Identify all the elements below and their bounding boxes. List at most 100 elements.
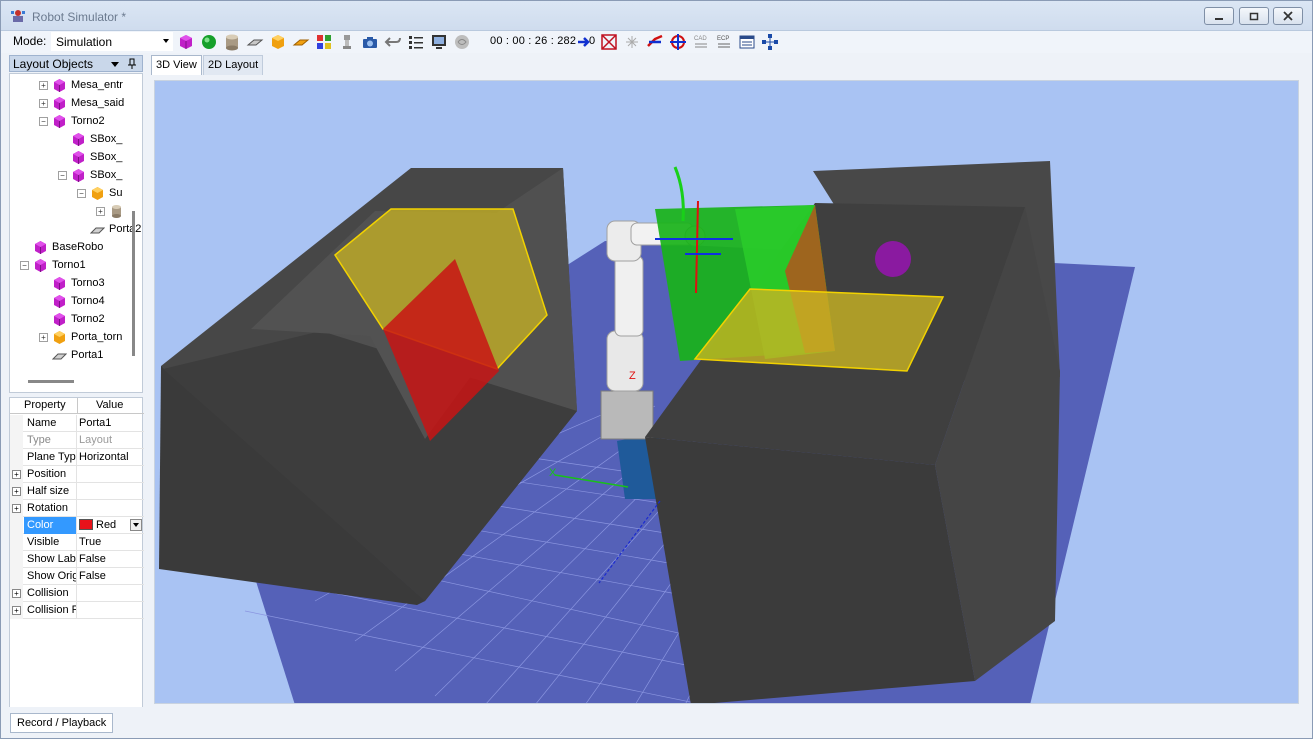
tree-item-label: Porta_torn xyxy=(71,331,123,343)
tool-icon[interactable] xyxy=(338,33,356,51)
3d-scene[interactable]: X Z xyxy=(155,81,1299,704)
tab-3d-view[interactable]: 3D View xyxy=(151,55,202,75)
move-icon[interactable] xyxy=(669,33,687,51)
property-row[interactable]: Visible True xyxy=(10,534,144,551)
bottom-strip xyxy=(1,707,1312,737)
list-icon[interactable] xyxy=(407,33,425,51)
add-box-icon[interactable] xyxy=(177,33,195,51)
expand-icon[interactable]: + xyxy=(39,98,48,108)
add-surface-icon[interactable] xyxy=(292,33,310,51)
expand-icon[interactable]: + xyxy=(39,332,48,342)
close-button[interactable] xyxy=(1273,7,1303,25)
property-name: Show Labels xyxy=(24,551,77,568)
property-value[interactable]: False xyxy=(78,551,144,568)
property-row[interactable]: + Collision xyxy=(10,585,144,602)
property-row[interactable]: Name Porta1 xyxy=(10,415,144,432)
property-value[interactable] xyxy=(78,500,144,517)
property-value[interactable]: Horizontal xyxy=(78,449,144,466)
3d-viewport[interactable]: X Z xyxy=(154,80,1299,704)
expand-icon[interactable]: + xyxy=(12,606,21,615)
link-icon[interactable] xyxy=(646,33,664,51)
tree-item[interactable]: Torno4 xyxy=(52,292,105,310)
magenta-box-icon xyxy=(73,168,84,182)
minimize-button[interactable] xyxy=(1204,7,1234,25)
tree-item[interactable]: Torno3 xyxy=(52,274,105,292)
tab-record-playback[interactable]: Record / Playback xyxy=(10,713,114,733)
magenta-box-icon xyxy=(73,150,84,164)
camera-icon[interactable] xyxy=(361,33,379,51)
property-value[interactable]: Layout xyxy=(78,432,144,449)
expand-icon[interactable]: + xyxy=(12,470,21,479)
tree-item[interactable]: − Torno2 xyxy=(39,112,105,130)
tree-item[interactable]: − Torno1 xyxy=(20,256,86,274)
magenta-box-icon xyxy=(73,132,84,146)
cross-box-icon[interactable] xyxy=(600,33,618,51)
property-row[interactable]: Show LabelsFalse xyxy=(10,551,144,568)
chevron-down-icon[interactable] xyxy=(130,519,142,531)
collapse-icon[interactable]: − xyxy=(77,188,86,198)
tree-item[interactable]: + Porta_torn xyxy=(39,328,122,346)
property-value[interactable] xyxy=(78,483,144,500)
monitor-icon[interactable] xyxy=(430,33,448,51)
table-icon[interactable] xyxy=(738,33,756,51)
tree-item[interactable]: + Mesa_entr xyxy=(39,76,123,94)
tab-2d-layout[interactable]: 2D Layout xyxy=(203,55,264,75)
maximize-button[interactable] xyxy=(1239,7,1269,25)
add-plane-icon[interactable] xyxy=(246,33,264,51)
property-row[interactable]: + Half size xyxy=(10,483,144,500)
sparkle-icon[interactable] xyxy=(623,33,641,51)
collapse-icon[interactable]: − xyxy=(39,116,48,126)
property-row[interactable]: Color Red xyxy=(10,517,144,534)
purple-part xyxy=(875,241,911,277)
expand-icon[interactable]: + xyxy=(12,487,21,496)
tree-horizontal-scrollbar[interactable] xyxy=(28,380,74,383)
tree-item[interactable]: SBox_ xyxy=(71,148,122,166)
tree-vertical-scrollbar[interactable] xyxy=(132,211,135,356)
expand-icon[interactable]: + xyxy=(96,206,105,216)
magenta-box-icon xyxy=(54,78,65,92)
expand-icon[interactable]: + xyxy=(12,504,21,513)
property-value[interactable]: Porta1 xyxy=(78,415,144,432)
ecp-icon[interactable]: ECP xyxy=(715,33,733,51)
expand-icon[interactable]: + xyxy=(12,589,21,598)
property-row-gutter xyxy=(10,432,23,449)
property-row[interactable]: + Position xyxy=(10,466,144,483)
property-value[interactable]: True xyxy=(78,534,144,551)
cad-icon[interactable]: CAD xyxy=(692,33,710,51)
property-value[interactable]: False xyxy=(78,568,144,585)
tree-item[interactable]: + xyxy=(96,202,128,220)
property-row[interactable]: +Collision Pa xyxy=(10,602,144,619)
property-value[interactable]: Red xyxy=(78,517,144,534)
layout-objects-tree[interactable]: + Mesa_entr + Mesa_said − Torno2 SBox_ SBox_ − SB… xyxy=(9,73,143,393)
undo-icon[interactable] xyxy=(384,33,402,51)
tree-item[interactable]: SBox_ xyxy=(71,130,122,148)
add-orange-box-icon[interactable] xyxy=(269,33,287,51)
app-window: Robot Simulator * Mode: Simulation 00 : … xyxy=(0,0,1313,739)
property-row[interactable]: Type Layout xyxy=(10,432,144,449)
network-icon[interactable] xyxy=(761,33,779,51)
property-row[interactable]: Plane Type Horizontal xyxy=(10,449,144,466)
tree-item[interactable]: + Mesa_said xyxy=(39,94,124,112)
tree-item[interactable]: − Su xyxy=(77,184,122,202)
tree-item[interactable]: − SBox_ xyxy=(58,166,122,184)
tree-item[interactable]: BaseRobo xyxy=(33,238,103,256)
collapse-icon[interactable]: − xyxy=(20,260,29,270)
property-name: Show Origin xyxy=(24,568,77,585)
add-cylinder-icon[interactable] xyxy=(223,33,241,51)
property-row[interactable]: Show OriginFalse xyxy=(10,568,144,585)
add-parts-icon[interactable] xyxy=(315,33,333,51)
pin-icon[interactable] xyxy=(127,58,137,70)
property-value[interactable] xyxy=(78,585,144,602)
brain-icon[interactable] xyxy=(453,33,471,51)
property-row[interactable]: + Rotation xyxy=(10,500,144,517)
tree-item[interactable]: Torno2 xyxy=(52,310,105,328)
property-value[interactable] xyxy=(78,466,144,483)
collapse-icon[interactable]: − xyxy=(58,170,67,180)
expand-icon[interactable]: + xyxy=(39,80,48,90)
add-sphere-icon[interactable] xyxy=(200,33,218,51)
mode-dropdown[interactable]: Simulation xyxy=(51,32,173,51)
property-grid-header: Property Value xyxy=(10,398,144,414)
tree-item[interactable]: Porta1 xyxy=(52,346,103,364)
chevron-down-icon[interactable] xyxy=(111,60,119,68)
property-value[interactable] xyxy=(78,602,144,619)
